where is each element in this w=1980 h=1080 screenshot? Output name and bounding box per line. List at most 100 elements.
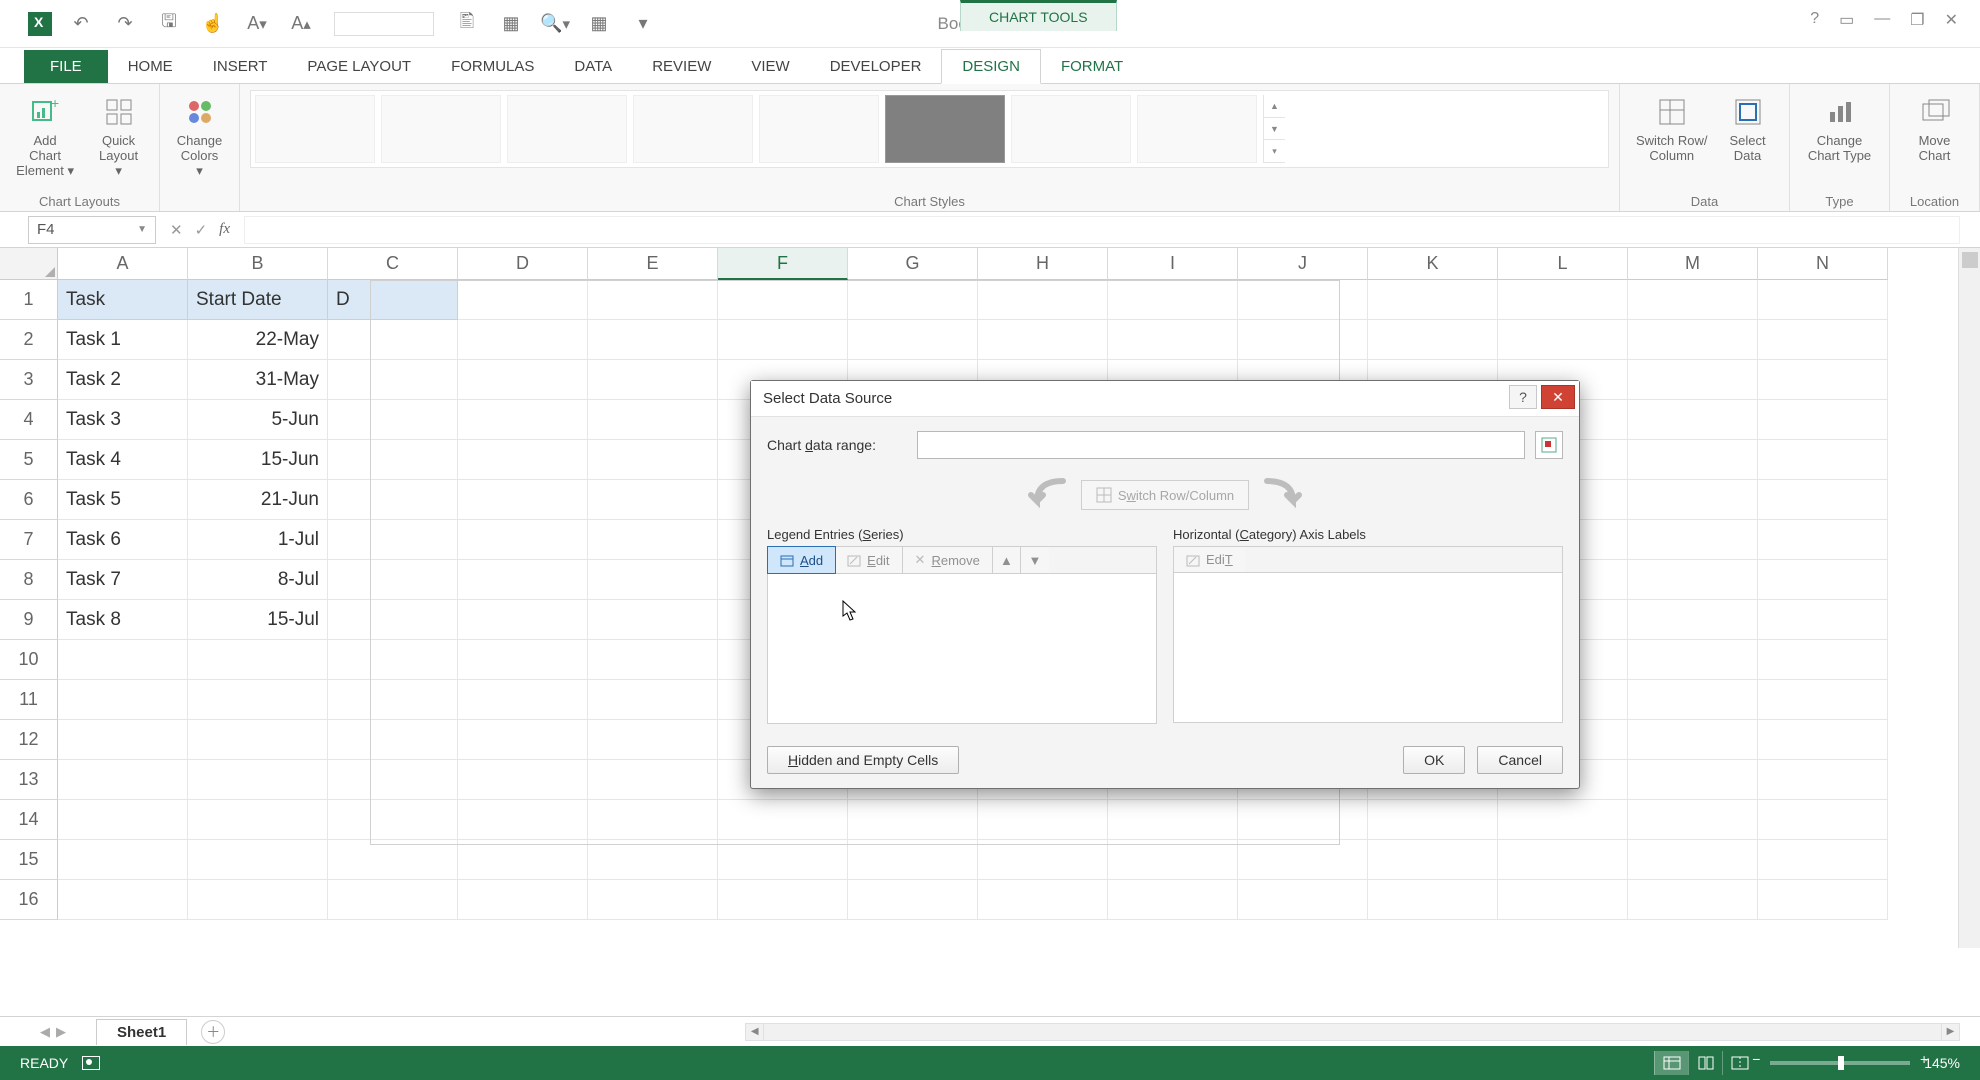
cell-M10[interactable]	[1628, 640, 1758, 680]
cell-B9[interactable]: 15-Jul	[188, 600, 328, 640]
chart-data-range-input[interactable]	[917, 431, 1525, 459]
row-head-12[interactable]: 12	[0, 720, 58, 760]
cell-N9[interactable]	[1758, 600, 1888, 640]
chart-style-7[interactable]	[1011, 95, 1131, 163]
cell-B2[interactable]: 22-May	[188, 320, 328, 360]
cell-N5[interactable]	[1758, 440, 1888, 480]
col-head-I[interactable]: I	[1108, 248, 1238, 280]
cell-D15[interactable]	[458, 840, 588, 880]
sheet-nav-prev-icon[interactable]: ◀	[40, 1024, 50, 1040]
row-head-10[interactable]: 10	[0, 640, 58, 680]
sheet-nav-next-icon[interactable]: ▶	[56, 1024, 66, 1040]
cell-N6[interactable]	[1758, 480, 1888, 520]
cell-N1[interactable]	[1758, 280, 1888, 320]
cell-N10[interactable]	[1758, 640, 1888, 680]
accept-entry-icon[interactable]: ✓	[195, 221, 208, 239]
cell-I15[interactable]	[1108, 840, 1238, 880]
cell-C15[interactable]	[328, 840, 458, 880]
cell-A5[interactable]: Task 4	[58, 440, 188, 480]
hscroll-left-icon[interactable]: ◀	[746, 1024, 764, 1040]
cell-M3[interactable]	[1628, 360, 1758, 400]
tab-developer[interactable]: DEVELOPER	[810, 50, 942, 83]
col-head-M[interactable]: M	[1628, 248, 1758, 280]
cell-H16[interactable]	[978, 880, 1108, 920]
macro-record-icon[interactable]	[82, 1056, 100, 1070]
vertical-scrollbar[interactable]	[1958, 248, 1980, 948]
cell-M12[interactable]	[1628, 720, 1758, 760]
row-head-1[interactable]: 1	[0, 280, 58, 320]
add-chart-element-button[interactable]: + Add Chart Element ▾	[10, 90, 80, 183]
change-chart-type-button[interactable]: Change Chart Type	[1800, 90, 1879, 168]
undo-button[interactable]: ↶	[70, 13, 92, 35]
file-tab[interactable]: FILE	[24, 50, 108, 83]
cell-M7[interactable]	[1628, 520, 1758, 560]
cell-G16[interactable]	[848, 880, 978, 920]
cell-N4[interactable]	[1758, 400, 1888, 440]
collapse-dialog-button[interactable]	[1535, 431, 1563, 459]
cell-N12[interactable]	[1758, 720, 1888, 760]
cell-B13[interactable]	[188, 760, 328, 800]
cell-K2[interactable]	[1368, 320, 1498, 360]
cell-A9[interactable]: Task 8	[58, 600, 188, 640]
close-window-button[interactable]: ✕	[1945, 10, 1958, 30]
cell-M14[interactable]	[1628, 800, 1758, 840]
cell-A15[interactable]	[58, 840, 188, 880]
col-head-D[interactable]: D	[458, 248, 588, 280]
cell-A11[interactable]	[58, 680, 188, 720]
minimize-button[interactable]: —	[1874, 10, 1890, 30]
qat-customize-dropdown[interactable]: ▾	[632, 13, 654, 35]
cell-D16[interactable]	[458, 880, 588, 920]
cell-A6[interactable]: Task 5	[58, 480, 188, 520]
col-head-L[interactable]: L	[1498, 248, 1628, 280]
quick-layout-button[interactable]: Quick Layout ▾	[88, 90, 149, 183]
tab-review[interactable]: REVIEW	[632, 50, 731, 83]
cell-B8[interactable]: 8-Jul	[188, 560, 328, 600]
dialog-help-button[interactable]: ?	[1509, 385, 1537, 409]
cell-F16[interactable]	[718, 880, 848, 920]
row-head-8[interactable]: 8	[0, 560, 58, 600]
horizontal-scrollbar[interactable]: ◀ ▶	[745, 1023, 1960, 1041]
cell-N13[interactable]	[1758, 760, 1888, 800]
row-head-15[interactable]: 15	[0, 840, 58, 880]
cell-M6[interactable]	[1628, 480, 1758, 520]
cell-G15[interactable]	[848, 840, 978, 880]
dialog-close-button[interactable]: ✕	[1541, 385, 1575, 409]
view-normal-button[interactable]	[1654, 1051, 1688, 1075]
new-sheet-button[interactable]: ＋	[201, 1020, 225, 1044]
font-size-inc-icon[interactable]: A▴	[290, 13, 312, 35]
chart-style-8[interactable]	[1137, 95, 1257, 163]
cell-M8[interactable]	[1628, 560, 1758, 600]
cell-L16[interactable]	[1498, 880, 1628, 920]
row-head-11[interactable]: 11	[0, 680, 58, 720]
tab-format[interactable]: FORMAT	[1041, 50, 1143, 83]
cell-A8[interactable]: Task 7	[58, 560, 188, 600]
zoom-slider[interactable]	[1770, 1061, 1910, 1065]
cell-B3[interactable]: 31-May	[188, 360, 328, 400]
chart-style-5[interactable]	[759, 95, 879, 163]
col-head-J[interactable]: J	[1238, 248, 1368, 280]
cell-M13[interactable]	[1628, 760, 1758, 800]
row-head-6[interactable]: 6	[0, 480, 58, 520]
row-head-2[interactable]: 2	[0, 320, 58, 360]
cell-L2[interactable]	[1498, 320, 1628, 360]
ok-button[interactable]: OK	[1403, 746, 1465, 774]
hidden-empty-cells-button[interactable]: Hidden and Empty Cells	[767, 746, 959, 774]
help-icon[interactable]: ?	[1810, 10, 1819, 30]
cell-M1[interactable]	[1628, 280, 1758, 320]
view-page-break-button[interactable]	[1722, 1051, 1756, 1075]
qat-icon-2[interactable]: ▦	[500, 13, 522, 35]
cell-B11[interactable]	[188, 680, 328, 720]
name-box[interactable]: F4▼	[28, 216, 156, 244]
cell-E16[interactable]	[588, 880, 718, 920]
chart-style-2[interactable]	[381, 95, 501, 163]
cell-N3[interactable]	[1758, 360, 1888, 400]
chart-style-6-selected[interactable]	[885, 95, 1005, 163]
cell-M4[interactable]	[1628, 400, 1758, 440]
cell-N2[interactable]	[1758, 320, 1888, 360]
cell-E15[interactable]	[588, 840, 718, 880]
col-head-F[interactable]: F	[718, 248, 848, 280]
qat-icon-1[interactable]: 🖺	[456, 13, 478, 35]
cell-M16[interactable]	[1628, 880, 1758, 920]
zoom-level-label[interactable]: 145%	[1924, 1055, 1960, 1071]
cell-B6[interactable]: 21-Jun	[188, 480, 328, 520]
